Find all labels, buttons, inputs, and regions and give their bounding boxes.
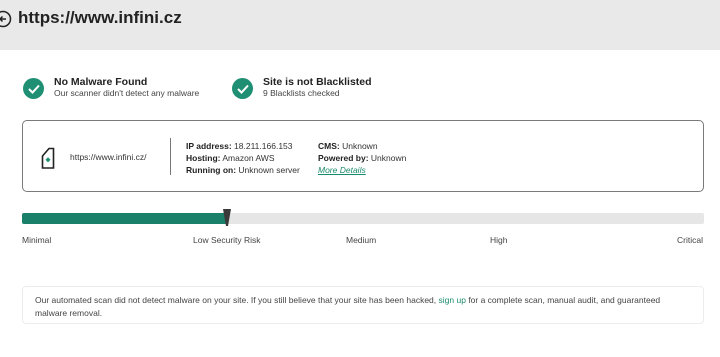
risk-label-low: Low Security Risk [193, 235, 261, 245]
blacklist-status-subtitle: 9 Blacklists checked [263, 88, 340, 98]
risk-marker-icon [223, 209, 231, 226]
back-arrow-icon[interactable] [0, 10, 12, 28]
hosting-info: IP address: 18.211.166.153 Hosting: Amaz… [186, 140, 300, 176]
cms-label: CMS: [318, 141, 340, 151]
notice-text-start: Our automated scan did not detect malwar… [35, 295, 437, 305]
site-info-card: https://www.infini.cz/ IP address: 18.21… [22, 120, 704, 192]
risk-meter [22, 209, 704, 226]
card-divider [170, 138, 171, 175]
risk-label-critical: Critical [677, 235, 703, 245]
page-title: https://www.infini.cz [18, 8, 182, 27]
software-info: CMS: Unknown Powered by: Unknown More De… [318, 140, 406, 176]
hosting-label: Hosting: [186, 153, 221, 163]
risk-meter-fill [22, 213, 227, 224]
risk-label-high: High [490, 235, 508, 245]
malware-status-subtitle: Our scanner didn't detect any malware [54, 88, 200, 98]
check-circle-icon [232, 78, 253, 99]
running-on-value: Unknown server [238, 165, 300, 175]
malware-status-title: No Malware Found [54, 76, 148, 88]
website-page-icon [41, 147, 55, 169]
scan-notice: Our automated scan did not detect malwar… [22, 286, 704, 324]
running-on-label: Running on: [186, 165, 237, 175]
ip-value: 18.211.166.153 [234, 141, 293, 151]
powered-by-label: Powered by: [318, 153, 369, 163]
check-circle-icon [23, 78, 44, 99]
blacklist-status-title: Site is not Blacklisted [263, 76, 372, 88]
powered-by-value: Unknown [370, 153, 407, 163]
risk-label-minimal: Minimal [22, 235, 52, 245]
ip-label: IP address: [186, 141, 232, 151]
sign-up-link[interactable]: sign up [439, 295, 466, 305]
site-url: https://www.infini.cz/ [70, 152, 147, 162]
blacklist-status: Site is not Blacklisted 9 Blacklists che… [232, 76, 372, 99]
hosting-value: Amazon AWS [222, 153, 275, 163]
risk-label-medium: Medium [346, 235, 377, 245]
cms-value: Unknown [342, 141, 378, 151]
malware-status: No Malware Found Our scanner didn't dete… [23, 76, 199, 99]
more-details-link[interactable]: More Details [318, 165, 366, 175]
header-bar: https://www.infini.cz [0, 0, 720, 50]
